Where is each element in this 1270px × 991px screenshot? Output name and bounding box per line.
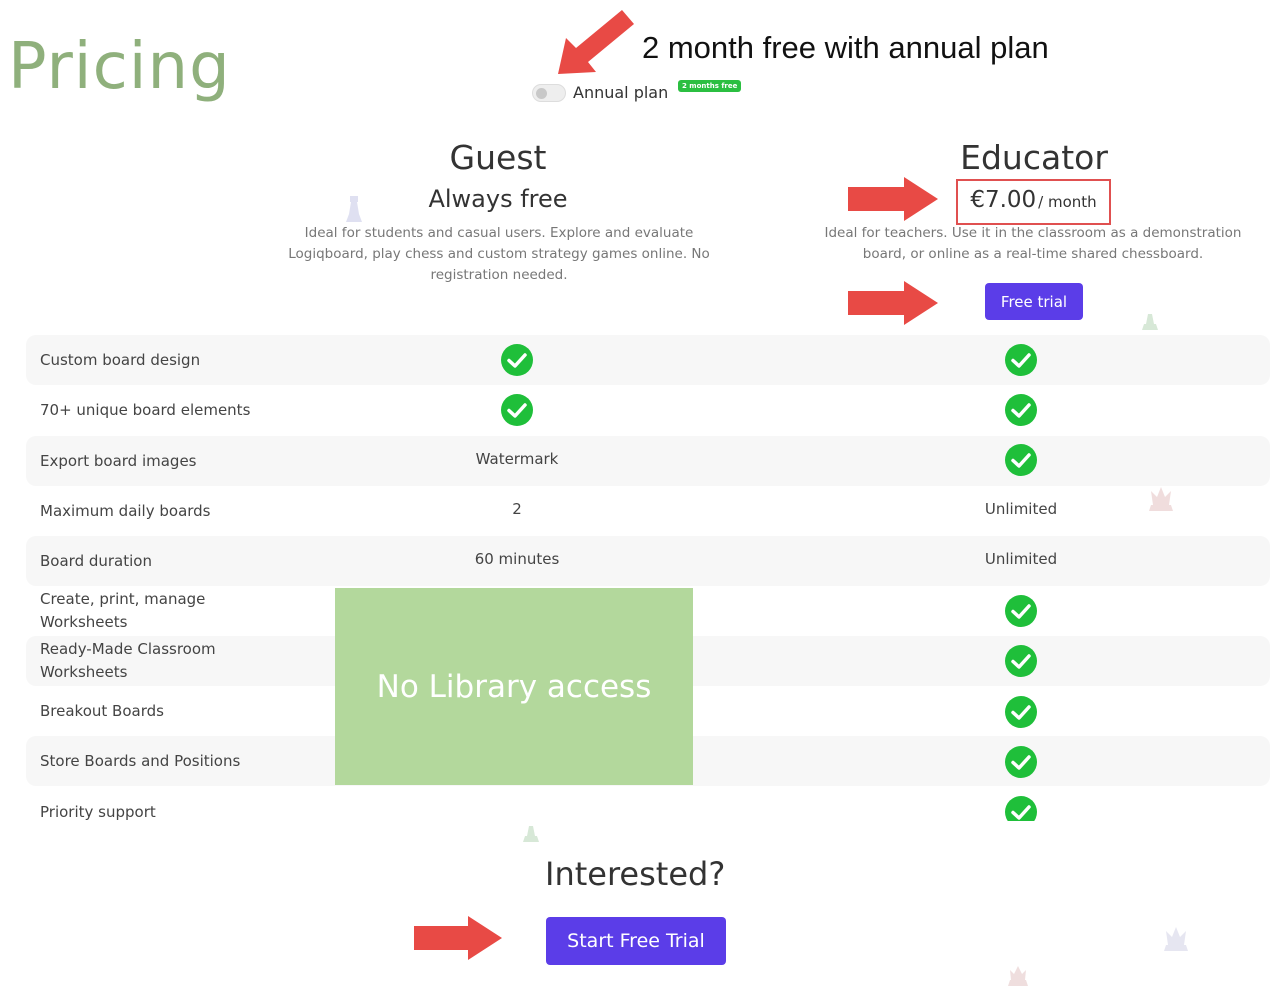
guest-desc-line: Logiqboard, play chess and custom strate… (288, 246, 710, 262)
feature-label-line: Ready-Made Classroom (40, 640, 216, 658)
start-trial-arrow-icon (414, 916, 502, 960)
educator-desc-line: board, or online as a real-time shared c… (862, 246, 1204, 262)
feature-label: 70+ unique board elements (40, 401, 251, 419)
feature-label: Ready-Made Classroom Worksheets (40, 638, 216, 684)
feature-label: Maximum daily boards (40, 502, 211, 520)
educator-desc-line: Ideal for teachers. Use it in the classr… (824, 225, 1242, 241)
feature-label: Breakout Boards (40, 702, 164, 720)
check-icon (1005, 595, 1037, 627)
guest-cell-daily-boards: 2 (512, 500, 522, 518)
guest-plan-description: Ideal for students and casual users. Exp… (260, 223, 738, 286)
check-icon (501, 344, 533, 376)
guest-desc-line: registration needed. (430, 267, 568, 283)
feature-label: Create, print, manage Worksheets (40, 588, 205, 634)
guest-desc-line: Ideal for students and casual users. Exp… (304, 225, 694, 241)
check-icon (1005, 696, 1037, 728)
annotation-arrow-icon (558, 10, 634, 74)
cta-heading: Interested? (545, 855, 726, 893)
annual-plan-toggle[interactable] (532, 84, 566, 102)
chess-piece-icon (346, 196, 362, 222)
educator-price: €7.00 / month (956, 179, 1111, 225)
feature-label-line: Worksheets (40, 613, 128, 631)
check-clip (1000, 795, 1044, 821)
price-arrow-icon (848, 177, 938, 221)
guest-cell-export: Watermark (475, 450, 559, 468)
feature-label: Custom board design (40, 351, 201, 369)
feature-label: Board duration (40, 552, 152, 570)
no-library-overlay: No Library access (335, 588, 693, 785)
guest-plan-name: Guest (449, 138, 547, 177)
educator-cell-daily-boards: Unlimited (984, 500, 1058, 518)
check-icon (1005, 796, 1037, 821)
feature-label-line: Create, print, manage (40, 590, 206, 608)
free-trial-arrow-icon (848, 281, 938, 325)
two-months-free-badge: 2 months free (678, 80, 742, 92)
check-icon (1005, 394, 1037, 426)
start-free-trial-button[interactable]: Start Free Trial (546, 917, 726, 965)
guest-plan-subtitle: Always free (428, 185, 568, 213)
free-trial-button[interactable]: Free trial (985, 283, 1083, 320)
educator-cell-duration: Unlimited (984, 550, 1058, 568)
chess-piece-icon (1008, 966, 1028, 986)
annual-plan-label: Annual plan (573, 83, 669, 102)
annotation-text: 2 month free with annual plan (642, 30, 1049, 65)
feature-label-line: Worksheets (40, 663, 128, 681)
educator-plan-name: Educator (960, 138, 1108, 177)
toggle-knob (536, 88, 547, 99)
educator-plan-description: Ideal for teachers. Use it in the classr… (800, 223, 1266, 265)
table-row-bg (26, 436, 1270, 486)
chess-piece-icon (1142, 314, 1158, 330)
page-title: Pricing (8, 30, 231, 104)
check-icon (1005, 645, 1037, 677)
price-period: / month (1038, 193, 1097, 211)
guest-cell-duration: 60 minutes (474, 550, 560, 568)
chess-piece-icon (1149, 487, 1173, 511)
overlay-text: No Library access (376, 668, 652, 705)
chess-piece-icon (1164, 927, 1188, 951)
feature-label: Store Boards and Positions (40, 752, 241, 770)
check-icon (501, 394, 533, 426)
check-icon (1005, 746, 1037, 778)
table-row-bg (26, 335, 1270, 385)
feature-label: Priority support (40, 803, 156, 821)
price-amount: €7.00 (970, 187, 1037, 213)
chess-piece-icon (523, 826, 539, 842)
feature-label: Export board images (40, 452, 197, 470)
check-icon (1005, 444, 1037, 476)
check-icon (1005, 344, 1037, 376)
